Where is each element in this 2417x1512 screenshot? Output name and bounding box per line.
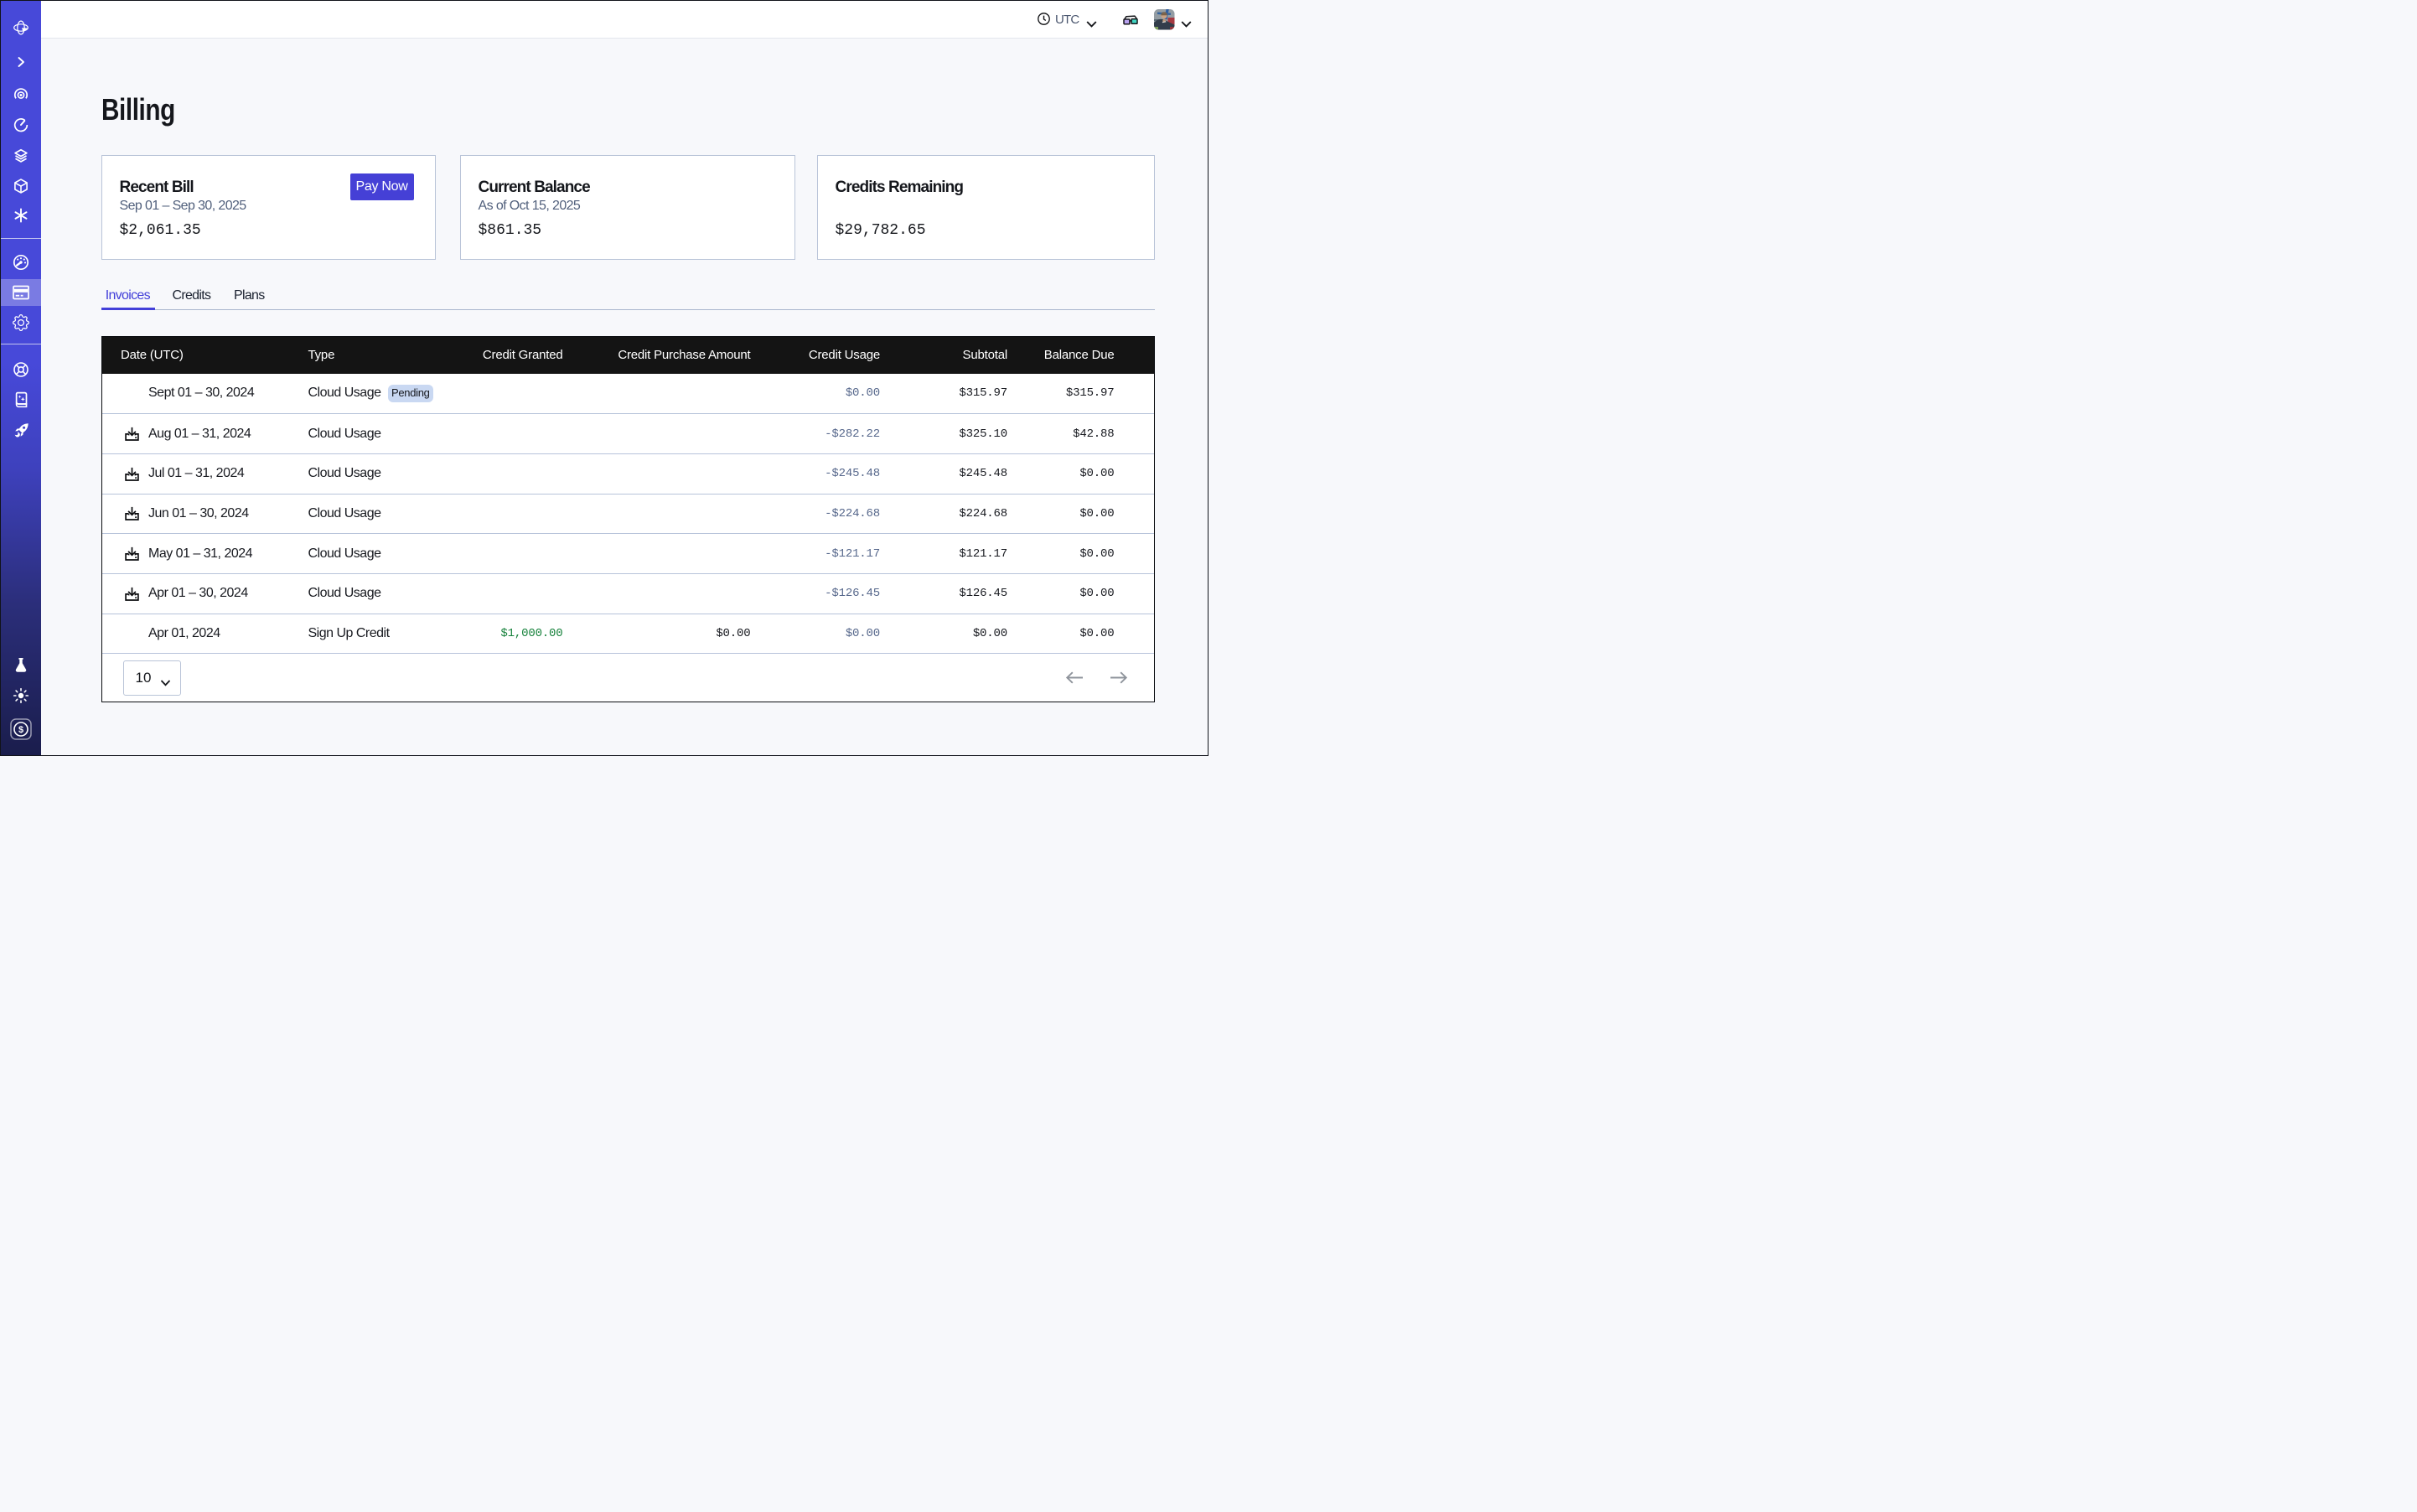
svg-text:$: $ bbox=[18, 725, 23, 735]
